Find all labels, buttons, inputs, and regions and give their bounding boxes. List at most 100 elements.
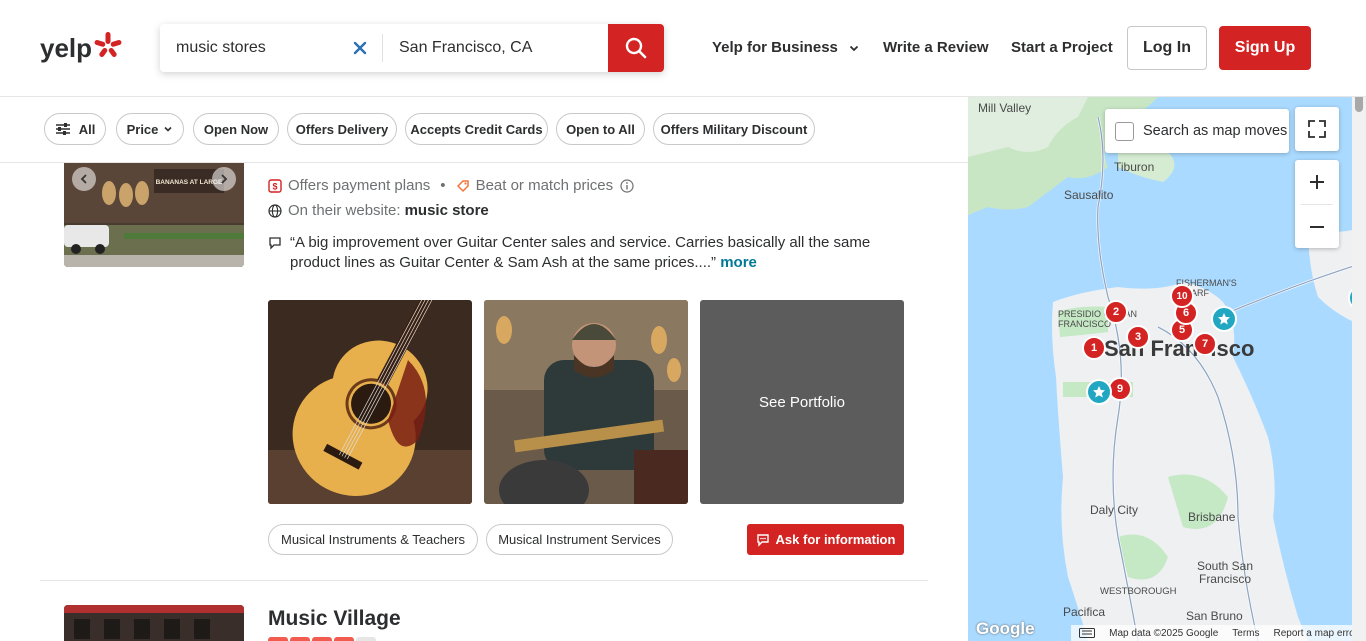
star-icon <box>1093 386 1105 398</box>
filter-price-chip[interactable]: Price <box>116 113 184 145</box>
thumbnail-next-button[interactable] <box>212 167 236 191</box>
info-separator: • <box>440 177 446 194</box>
yelp-logo[interactable]: yelp <box>40 30 124 66</box>
filter-open-now-chip[interactable]: Open Now <box>193 113 279 145</box>
map-pin-10[interactable]: 10 <box>1170 284 1194 308</box>
tag-musical-instrument-services[interactable]: Musical Instrument Services <box>486 524 673 555</box>
logo-wordmark: yelp <box>40 33 92 63</box>
rating-stars <box>268 637 376 641</box>
search-what-value: music stores <box>176 39 266 56</box>
sliders-icon <box>55 123 70 135</box>
repair-photo[interactable] <box>484 300 688 504</box>
yelp-for-business-label: Yelp for Business <box>712 39 838 56</box>
login-button[interactable]: Log In <box>1127 26 1207 70</box>
map-label-pacifica: Pacifica <box>1063 605 1106 619</box>
info-icon[interactable] <box>620 178 634 193</box>
google-logo: Google <box>976 619 1035 638</box>
website-link[interactable]: music store <box>405 202 489 219</box>
top-header: yelp music stores San Francisco, CA Yelp… <box>0 0 1366 97</box>
svg-text:$: $ <box>272 181 277 191</box>
payment-plans-text: Offers payment plans <box>288 177 431 194</box>
website-prefix: On their website: <box>288 202 401 219</box>
speech-bubble-icon <box>269 237 281 250</box>
map-label-westborough: WESTBOROUGH <box>1100 586 1177 597</box>
map-sponsored-pin[interactable] <box>1211 306 1237 332</box>
guitar-photo[interactable] <box>268 300 472 504</box>
review-snippet: “A big improvement over Guitar Center sa… <box>269 233 890 273</box>
map-fullscreen-button[interactable] <box>1295 107 1339 151</box>
review-quote: “A big improvement over Guitar Center sa… <box>290 234 871 271</box>
map-pin-3[interactable]: 3 <box>1126 325 1150 349</box>
search-bar: music stores San Francisco, CA <box>160 24 664 72</box>
search-what-input[interactable]: music stores <box>160 24 382 72</box>
page-scrollbar[interactable] <box>1352 72 1366 641</box>
expand-icon <box>1308 120 1326 138</box>
report-map-error-link[interactable]: Report a map error <box>1274 628 1358 639</box>
map-label-brisbane: Brisbane <box>1188 510 1236 524</box>
zoom-out-button[interactable] <box>1295 205 1339 248</box>
map-footer: Google Map data ©2025 Google Terms Repor… <box>968 619 1366 641</box>
chat-icon <box>756 533 769 547</box>
search-as-map-moves-checkbox[interactable] <box>1115 121 1134 141</box>
next-listing-thumbnail[interactable] <box>64 605 244 641</box>
chevron-down-icon <box>849 45 859 52</box>
map-label-south-san-francisco: South San Francisco <box>1196 559 1254 586</box>
filter-accepts-credit-cards-chip[interactable]: Accepts Credit Cards <box>405 113 548 145</box>
filter-open-to-all-chip[interactable]: Open to All <box>556 113 645 145</box>
map-label-tiburon: Tiburon <box>1114 160 1155 174</box>
search-as-map-moves-label: Search as map moves <box>1143 123 1288 139</box>
map-pin-2[interactable]: 2 <box>1104 300 1128 324</box>
map-zoom-controls <box>1295 160 1339 248</box>
read-more-link[interactable]: more <box>720 254 757 271</box>
start-project-link[interactable]: Start a Project <box>1011 39 1113 56</box>
search-as-map-moves-toggle[interactable]: Search as map moves <box>1105 109 1289 153</box>
keyboard-icon[interactable] <box>1079 628 1096 638</box>
chevron-left-icon <box>80 174 87 184</box>
write-review-link[interactable]: Write a Review <box>883 39 989 56</box>
ask-button-label: Ask for information <box>775 532 896 547</box>
star-icon <box>1218 313 1230 325</box>
signup-button[interactable]: Sign Up <box>1219 26 1311 70</box>
map-sponsored-pin[interactable] <box>1086 379 1112 405</box>
ask-for-information-button[interactable]: Ask for information <box>747 524 904 555</box>
filter-offers-delivery-chip[interactable]: Offers Delivery <box>287 113 397 145</box>
search-where-input[interactable]: San Francisco, CA <box>383 24 608 72</box>
see-portfolio-tile[interactable]: See Portfolio <box>700 300 904 504</box>
payment-plan-icon: $ <box>268 178 282 193</box>
search-icon <box>625 37 647 59</box>
minus-icon <box>1310 225 1324 228</box>
map-pin-1[interactable]: 1 <box>1082 336 1106 360</box>
website-info-line: On their website: music store <box>268 202 489 219</box>
tag-musical-instruments-teachers[interactable]: Musical Instruments & Teachers <box>268 524 478 555</box>
map-data-credit: Map data ©2025 Google <box>1109 627 1219 639</box>
search-button[interactable] <box>608 24 664 72</box>
beat-prices-text: Beat or match prices <box>475 177 614 194</box>
map-label-san-bruno: San Bruno <box>1186 609 1243 623</box>
search-results: BANANAS AT LARGE $ Offers payment plans … <box>0 163 968 641</box>
yelp-for-business-menu[interactable]: Yelp for Business <box>712 39 860 56</box>
map-label-mill-valley: Mill Valley <box>978 101 1032 115</box>
filter-military-discount-chip[interactable]: Offers Military Discount <box>653 113 815 145</box>
chevron-right-icon <box>221 174 228 184</box>
map-label-sausalito: Sausalito <box>1064 188 1114 202</box>
globe-icon <box>268 203 282 218</box>
map-label-daly-city: Daly City <box>1090 503 1139 517</box>
result-divider <box>40 580 928 581</box>
clear-icon[interactable] <box>352 40 368 56</box>
map-terms-link[interactable]: Terms <box>1232 628 1259 639</box>
filter-all-chip[interactable]: All <box>44 113 106 145</box>
search-where-value: San Francisco, CA <box>399 39 533 56</box>
listing-thumbnail[interactable]: BANANAS AT LARGE <box>64 163 244 267</box>
payment-info-line: $ Offers payment plans • Beat or match p… <box>268 177 634 194</box>
filter-all-label: All <box>78 121 96 137</box>
results-map[interactable]: Search as map moves Mill Valley Tiburon … <box>968 97 1366 641</box>
business-name-music-village[interactable]: Music Village <box>268 607 401 631</box>
filter-bar: All Price Open Now Offers Delivery Accep… <box>0 97 968 163</box>
zoom-in-button[interactable] <box>1295 160 1339 204</box>
map-pin-7[interactable]: 7 <box>1193 332 1217 356</box>
thumbnail-prev-button[interactable] <box>72 167 96 191</box>
price-tag-icon <box>456 179 469 192</box>
chevron-down-icon <box>164 126 172 132</box>
filter-price-label: Price <box>126 121 159 137</box>
page: yelp music stores San Francisco, CA Yelp… <box>0 0 1366 641</box>
